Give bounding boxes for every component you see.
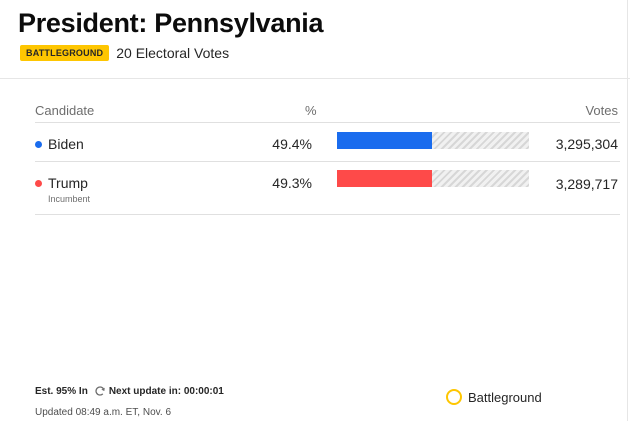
biden-dot-icon — [35, 141, 42, 148]
next-update-timer: Next update in: 00:00:01 — [108, 385, 224, 397]
column-header-candidate: Candidate — [35, 103, 95, 118]
battleground-badge: BATTLEGROUND — [20, 45, 110, 61]
table-header: Candidate % Votes — [35, 98, 620, 123]
reporting-status: Est. 95% In Next update in: 00:00:01 Upd… — [35, 385, 224, 419]
candidate-percent: 49.4% — [272, 136, 312, 152]
battleground-ring-icon — [446, 389, 462, 405]
candidate-name: Biden — [48, 136, 84, 152]
updated-timestamp: Updated 08:49 a.m. ET, Nov. 6 — [35, 407, 172, 418]
legend-label: Battleground — [468, 389, 542, 405]
candidate-percent: 49.3% — [272, 175, 312, 191]
panel-edge — [627, 0, 628, 421]
refresh-icon — [95, 386, 105, 396]
trump-dot-icon — [35, 180, 42, 187]
candidate-name: Trump — [48, 175, 88, 191]
vote-share-bar — [337, 132, 529, 149]
incumbent-label: Incumbent — [48, 194, 91, 204]
candidate-votes: 3,295,304 — [555, 136, 618, 152]
page-title: President: Pennsylvania — [18, 8, 324, 38]
legend: Battleground — [446, 389, 542, 405]
electoral-votes: 20 Electoral Votes — [116, 45, 230, 61]
race-header: President: Pennsylvania BATTLEGROUND 20 … — [0, 0, 630, 79]
estimate-reporting: Est. 95% In — [35, 385, 88, 397]
candidate-row-biden: Biden 49.4% 3,295,304 — [35, 123, 620, 162]
column-header-percent: % — [305, 103, 317, 118]
column-header-votes: Votes — [585, 103, 618, 118]
vote-share-fill — [337, 132, 432, 149]
vote-share-fill — [337, 170, 432, 187]
results-table: Candidate % Votes Biden 49.4% 3,295,304 … — [35, 98, 620, 215]
candidate-votes: 3,289,717 — [555, 176, 618, 192]
candidate-row-trump: Trump Incumbent 49.3% 3,289,717 — [35, 162, 620, 215]
race-subline: BATTLEGROUND 20 Electoral Votes — [20, 45, 229, 61]
vote-share-bar — [337, 170, 529, 187]
